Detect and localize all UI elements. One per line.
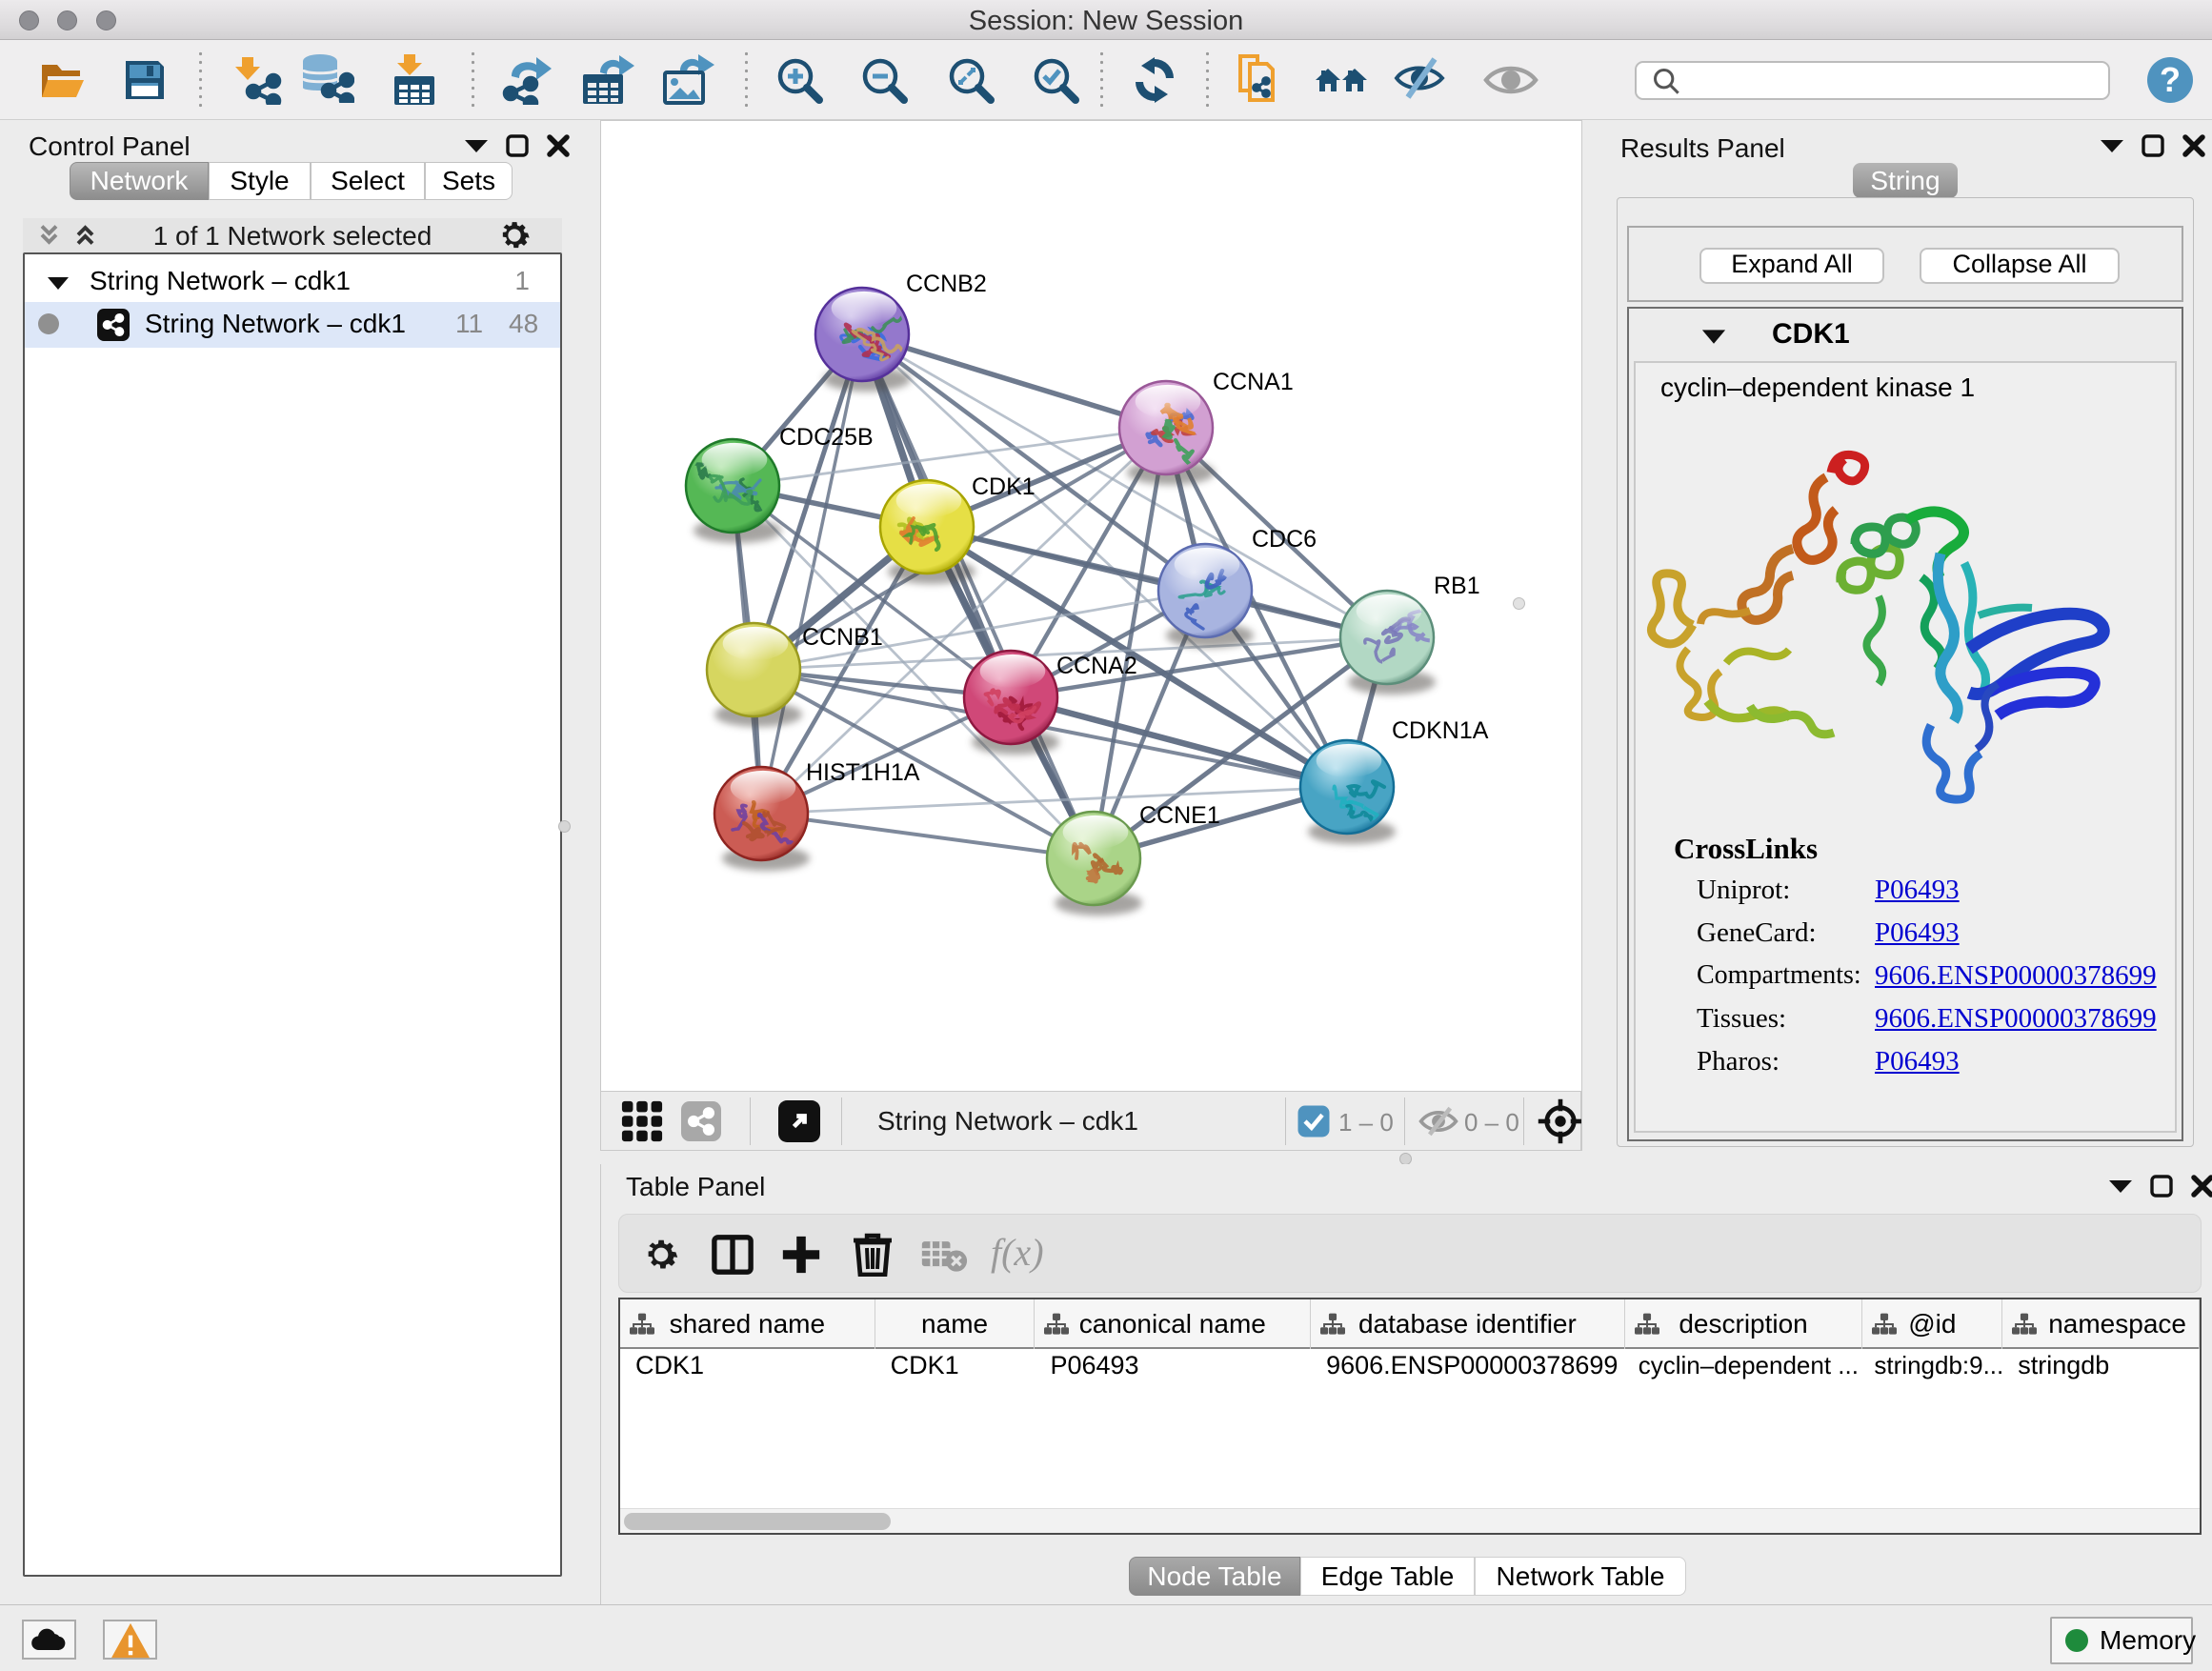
svg-text:CCNA2: CCNA2 xyxy=(1056,653,1137,679)
svg-text:RB1: RB1 xyxy=(1434,573,1480,599)
svg-text:CDC25B: CDC25B xyxy=(779,424,874,451)
svg-text:CDKN1A: CDKN1A xyxy=(1392,717,1489,744)
svg-text:CDK1: CDK1 xyxy=(972,473,1036,500)
svg-text:?: ? xyxy=(2160,60,2181,99)
svg-text:HIST1H1A: HIST1H1A xyxy=(806,759,920,786)
svg-text:CCNA1: CCNA1 xyxy=(1213,369,1294,395)
svg-text:CCNB2: CCNB2 xyxy=(906,271,987,297)
svg-text:CCNB1: CCNB1 xyxy=(802,624,883,651)
svg-text:CDC6: CDC6 xyxy=(1252,526,1317,553)
svg-text:CCNE1: CCNE1 xyxy=(1139,802,1220,829)
